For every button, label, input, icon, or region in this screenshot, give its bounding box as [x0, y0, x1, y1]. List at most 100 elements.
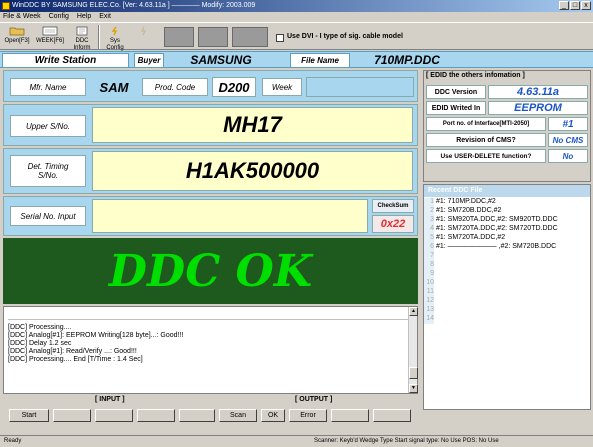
det-timing-value[interactable]: H1AK500000 — [92, 151, 413, 191]
start-button[interactable]: Start — [9, 409, 49, 422]
mfr-row: Mfr. Name SAM Prod. Code D200 Week — [3, 70, 418, 102]
menu-help[interactable]: Help — [77, 12, 91, 22]
calendar-icon — [42, 26, 58, 36]
scan-button[interactable]: Scan — [219, 409, 257, 422]
recent-item[interactable]: 9 — [424, 270, 590, 279]
menu-file-week[interactable]: File & Week — [3, 12, 41, 22]
recent-panel-title: Recent DDC File — [424, 185, 590, 197]
ddc-version-row: DDC Version 4.63.11a — [426, 85, 588, 100]
output-indicator — [331, 409, 369, 422]
week-value[interactable] — [306, 77, 414, 97]
scroll-down-icon[interactable]: ▼ — [409, 384, 418, 393]
log-divider — [8, 311, 413, 320]
buyer-value: SAMSUNG — [190, 53, 252, 67]
maximize-button[interactable]: □ — [570, 1, 580, 10]
input-indicator — [179, 409, 215, 422]
prod-code-value[interactable]: D200 — [212, 77, 256, 97]
dvi-cable-label: Use DVI - I type of sig. cable model — [287, 33, 403, 40]
serial-input-field[interactable] — [92, 199, 368, 233]
recent-item[interactable]: 3 #1: SM920TA.DDC,#2: SM920TD.DDC — [424, 216, 590, 225]
mfr-name-label: Mfr. Name — [10, 78, 86, 96]
dvi-cable-checkbox[interactable] — [276, 34, 284, 42]
left-panel: Mfr. Name SAM Prod. Code D200 Week Upper… — [3, 70, 418, 394]
edid-written-label: EDID Writed In — [426, 101, 486, 115]
recent-item[interactable]: 14 — [424, 315, 590, 324]
recent-item[interactable]: 1 #1: 710MP.DDC,#2 — [424, 198, 590, 207]
window-title: WinDDC BY SAMSUNG ELEC.Co. [Ver: 4.63.11… — [12, 2, 256, 9]
scanner-status: Scanner: Keyb'd Wedge Type Start signal … — [314, 438, 499, 444]
scroll-thumb[interactable] — [409, 367, 418, 379]
sys-config-button[interactable]: Sys Config — [101, 26, 129, 51]
error-button[interactable]: Error — [289, 409, 327, 422]
ddc-inform-button[interactable]: DDC Inform — [68, 26, 96, 51]
recent-item[interactable]: 4 #1: SM720TA.DDC,#2: SM720TD.DDC — [424, 225, 590, 234]
port-label: Port no. of Interface[MTI-2050] — [426, 117, 546, 131]
log-line: [DDC] Analog[#1]: EEPROM Writing[128 byt… — [8, 332, 184, 339]
recent-item[interactable]: 7 — [424, 252, 590, 261]
ddc-status-banner: DDC OK — [3, 238, 418, 304]
edid-written-row: EDID Writed In EEPROM — [426, 101, 588, 116]
user-delete-value: No — [548, 149, 588, 163]
serial-input-row: Serial No. Input CheckSum 0x22 — [3, 196, 418, 236]
config-icon — [111, 26, 118, 36]
app-icon — [2, 2, 10, 10]
toolbar-separator — [98, 25, 100, 49]
recent-item[interactable]: 11 — [424, 288, 590, 297]
recent-item[interactable]: 2 #1: SM720B.DDC,#2 — [424, 207, 590, 216]
buyer-label: Buyer — [134, 53, 164, 68]
disabled-icon — [141, 26, 146, 36]
open-button[interactable]: Open[F3] — [2, 26, 32, 48]
week-label: Week — [262, 78, 302, 96]
recent-item[interactable]: 10 — [424, 279, 590, 288]
checksum-label: CheckSum — [372, 199, 414, 213]
disabled-toolbar-button — [132, 26, 160, 48]
input-indicator — [137, 409, 175, 422]
input-label: [ INPUT ] — [95, 396, 125, 403]
recent-item[interactable]: 6 #1: ——————— ,#2: SM720B.DDC — [424, 243, 590, 252]
ddc-version-value: 4.63.11a — [488, 85, 588, 99]
log-output: [DDC] Processing.... [DDC] Analog[#1]: E… — [3, 306, 418, 394]
input-indicator — [53, 409, 91, 422]
output-indicator — [373, 409, 411, 422]
output-label: [ OUTPUT ] — [295, 396, 333, 403]
io-panel: [ INPUT ] [ OUTPUT ] Start Scan OK Error — [3, 396, 418, 430]
scroll-up-icon[interactable]: ▲ — [409, 307, 418, 316]
edid-written-value: EEPROM — [488, 101, 588, 115]
log-line: [DDC] Delay 1.2 sec — [8, 340, 72, 347]
close-button[interactable]: x — [581, 1, 591, 10]
det-timing-label: Det. Timing S/No. — [10, 155, 86, 187]
prod-code-label: Prod. Code — [142, 78, 208, 96]
cms-row: Revision of CMS? No CMS — [426, 133, 588, 148]
det-timing-row: Det. Timing S/No. H1AK500000 — [3, 148, 418, 194]
ok-button[interactable]: OK — [261, 409, 285, 422]
info-icon — [76, 26, 88, 36]
recent-item[interactable]: 5 #1: SM720TA.DDC,#2 — [424, 234, 590, 243]
checksum-value: 0x22 — [372, 215, 414, 233]
station-bar: Write Station Buyer SAMSUNG File Name 71… — [0, 51, 593, 68]
title-bar: WinDDC BY SAMSUNG ELEC.Co. [Ver: 4.63.11… — [0, 0, 593, 12]
recent-item[interactable]: 13 — [424, 306, 590, 315]
upper-sno-value[interactable]: MH17 — [92, 107, 413, 143]
log-line: [DDC] Processing.... End [T/Time : 1.4 S… — [8, 356, 143, 363]
upper-sno-label: Upper S/No. — [10, 115, 86, 137]
week-button[interactable]: WEEK[F6] — [35, 26, 65, 48]
recent-ddc-panel: Recent DDC File 1 #1: 710MP.DDC,#2 2 #1: S… — [423, 184, 591, 410]
folder-icon — [9, 27, 25, 36]
edid-panel-title: [ EDID the others infomation ] — [426, 72, 525, 79]
log-line: [DDC] Processing.... — [8, 324, 72, 331]
recent-item[interactable]: 12 — [424, 297, 590, 306]
user-delete-row: Use USER-DELETE function? No — [426, 149, 588, 164]
status-bar: Ready Scanner: Keyb'd Wedge Type Start s… — [0, 435, 593, 447]
menu-exit[interactable]: Exit — [99, 12, 111, 22]
recent-item[interactable]: 8 — [424, 261, 590, 270]
mfr-name-value: SAM — [92, 77, 136, 97]
minimize-button[interactable]: _ — [559, 1, 569, 10]
menu-bar: File & Week Config Help Exit — [0, 12, 593, 22]
write-station-label: Write Station — [2, 53, 129, 68]
log-scrollbar[interactable]: ▲ ▼ — [408, 307, 418, 393]
menu-config[interactable]: Config — [49, 12, 69, 22]
disabled-block — [232, 27, 268, 47]
input-indicator — [95, 409, 133, 422]
port-row: Port no. of Interface[MTI-2050] #1 — [426, 117, 588, 132]
serial-input-label: Serial No. Input — [10, 206, 86, 226]
